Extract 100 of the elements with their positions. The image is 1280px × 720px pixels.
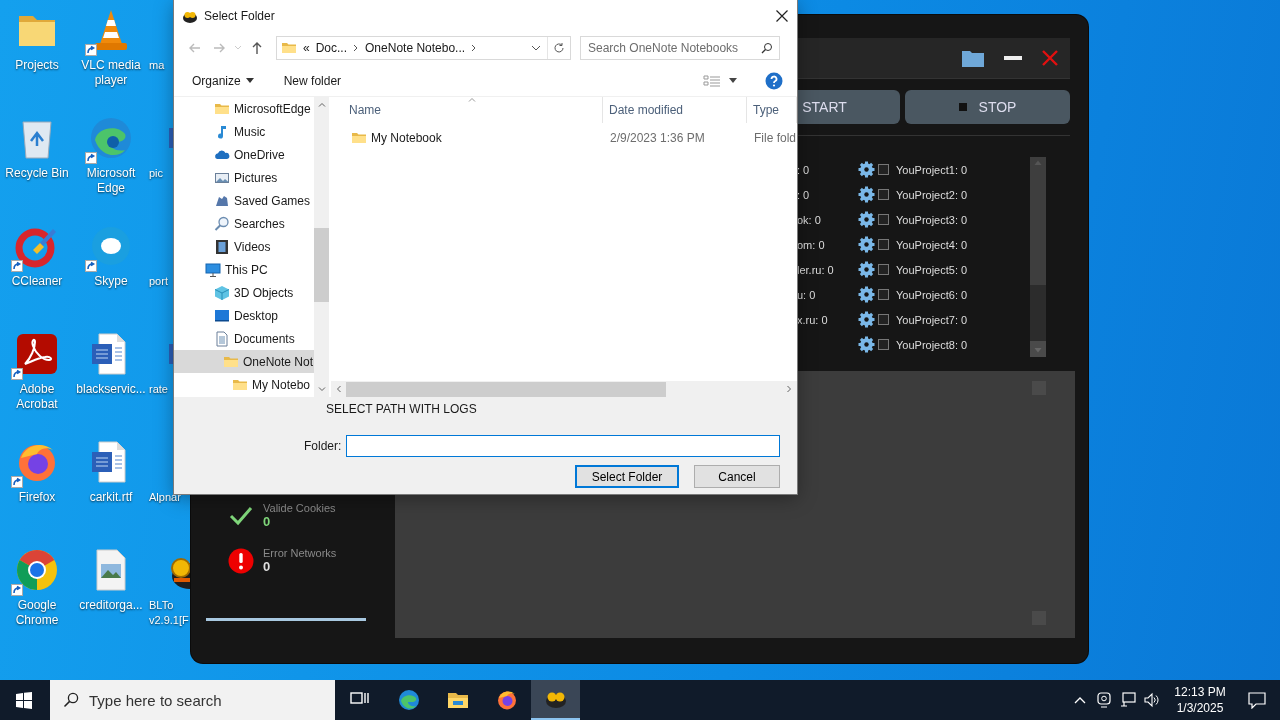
search-icon (761, 42, 773, 54)
search-icon (63, 692, 79, 708)
counter-text: : 0 (797, 187, 811, 203)
checkbox[interactable] (878, 289, 889, 300)
column-header[interactable]: Date modified (603, 97, 747, 123)
warning-icon (228, 547, 254, 574)
speaker-icon (1144, 692, 1160, 708)
computer-icon (205, 261, 221, 278)
search-field[interactable]: Search OneNote Notebooks (580, 36, 780, 60)
tree-item[interactable]: Pictures (174, 166, 314, 189)
project-label: YouProject8: 0 (896, 338, 968, 351)
tree-item[interactable]: Music (174, 120, 314, 143)
chevron-right-icon (471, 44, 478, 52)
gear-icon (858, 311, 875, 328)
project-label: YouProject2: 0 (896, 188, 968, 201)
clock-time: 12:13 PM (1174, 684, 1226, 700)
scrollbar[interactable] (1030, 157, 1046, 357)
tree-item[interactable]: MicrosoftEdge (174, 97, 314, 120)
counter-text: ok: 0 (797, 212, 822, 228)
chevron-up-icon (317, 102, 326, 107)
address-bar[interactable]: « Doc... OneNote Notebo... (276, 36, 571, 60)
webcam-icon (1097, 692, 1111, 708)
chevron-left-icon (336, 385, 341, 393)
scrollbar-thumb[interactable] (346, 381, 666, 397)
stat-value: 0 (263, 559, 272, 574)
prompt-text: SELECT PATH WITH LOGS (325, 402, 478, 418)
clock-date: 1/3/2025 (1176, 700, 1224, 716)
tree-item[interactable]: 3D Objects (174, 281, 314, 304)
folder-icon (962, 49, 984, 67)
close-icon (1042, 50, 1058, 66)
tree-item[interactable]: OneNote Not (174, 350, 314, 373)
project-label: YouProject7: 0 (896, 313, 968, 326)
back-arrow-icon (188, 41, 202, 55)
counter-text: : 0 (797, 162, 811, 178)
taskbar-app[interactable] (531, 680, 580, 720)
gear-icon (858, 336, 875, 353)
scrollbar[interactable] (331, 381, 797, 397)
project-label: YouProject3: 0 (896, 213, 968, 226)
document-icon (214, 330, 230, 347)
checkbox[interactable] (878, 339, 889, 350)
network-icon (1120, 692, 1136, 708)
chevron-down-icon (531, 45, 541, 51)
checkbox[interactable] (878, 164, 889, 175)
notification-icon (1248, 691, 1266, 709)
cancel-button[interactable]: Cancel (694, 465, 780, 488)
chevron-right-icon (353, 44, 360, 52)
folder-icon (281, 40, 297, 56)
tree-item[interactable]: OneDrive (174, 143, 314, 166)
new-folder-button[interactable]: New folder (277, 69, 348, 92)
file-item[interactable]: My Notebook (331, 129, 603, 146)
checkbox[interactable] (878, 189, 889, 200)
tree-item[interactable]: Videos (174, 235, 314, 258)
stop-button[interactable]: STOP (905, 90, 1070, 124)
tree-item[interactable]: Searches (174, 212, 314, 235)
swirl-circle-icon (397, 689, 420, 711)
tree-item[interactable]: Saved Games (174, 189, 314, 212)
stat-value: 0 (263, 514, 272, 529)
gear-icon (858, 236, 875, 253)
checkbox[interactable] (878, 239, 889, 250)
scrollbar-thumb[interactable] (314, 228, 329, 302)
stat-label: Error Networks (263, 547, 337, 559)
arrow-up-icon (1034, 160, 1042, 168)
checkbox[interactable] (878, 314, 889, 325)
tree-item[interactable]: This PC (174, 258, 314, 281)
organize-menu[interactable]: Organize (186, 69, 260, 92)
stat-label: Valide Cookies (263, 502, 336, 514)
project-label: YouProject5: 0 (896, 263, 968, 276)
gear-icon (858, 161, 875, 178)
checkbox[interactable] (878, 214, 889, 225)
chevron-right-icon (787, 385, 792, 393)
checkbox[interactable] (878, 264, 889, 275)
minimize-icon (1004, 56, 1022, 60)
tree-item[interactable]: My Notebo (174, 373, 314, 396)
tree-item[interactable]: Documents (174, 327, 314, 350)
refresh-icon (553, 42, 565, 54)
column-header[interactable]: Type (747, 97, 797, 123)
gear-icon (858, 186, 875, 203)
window-title: Select Folder (204, 8, 276, 23)
select-folder-button[interactable]: Select Folder (575, 465, 679, 488)
view-options-icon (703, 73, 721, 88)
chevron-down-icon (234, 45, 242, 51)
folder-input[interactable] (346, 435, 781, 457)
breadcrumb-item[interactable]: OneNote Notebo... (365, 41, 466, 55)
scrollbar[interactable] (314, 97, 329, 397)
monitor-icon (214, 307, 230, 324)
search-field[interactable]: Type here to search (50, 680, 335, 720)
column-header[interactable]: Name (331, 97, 603, 123)
scrollbar-thumb[interactable] (1030, 157, 1046, 285)
project-label: YouProject1: 0 (896, 163, 968, 176)
chevron-down-icon (317, 387, 326, 392)
up-arrow-icon (250, 41, 264, 55)
table-cell-text: File fold (753, 130, 797, 145)
cube-icon (214, 284, 230, 301)
breadcrumb-item[interactable]: Doc... (315, 41, 348, 55)
close-icon (776, 9, 788, 22)
arrow-down-icon (1034, 345, 1042, 353)
overflow-marker[interactable]: « (303, 41, 310, 55)
sort-caret-icon (468, 97, 476, 102)
gear-icon (858, 211, 875, 228)
tree-item[interactable]: Desktop (174, 304, 314, 327)
